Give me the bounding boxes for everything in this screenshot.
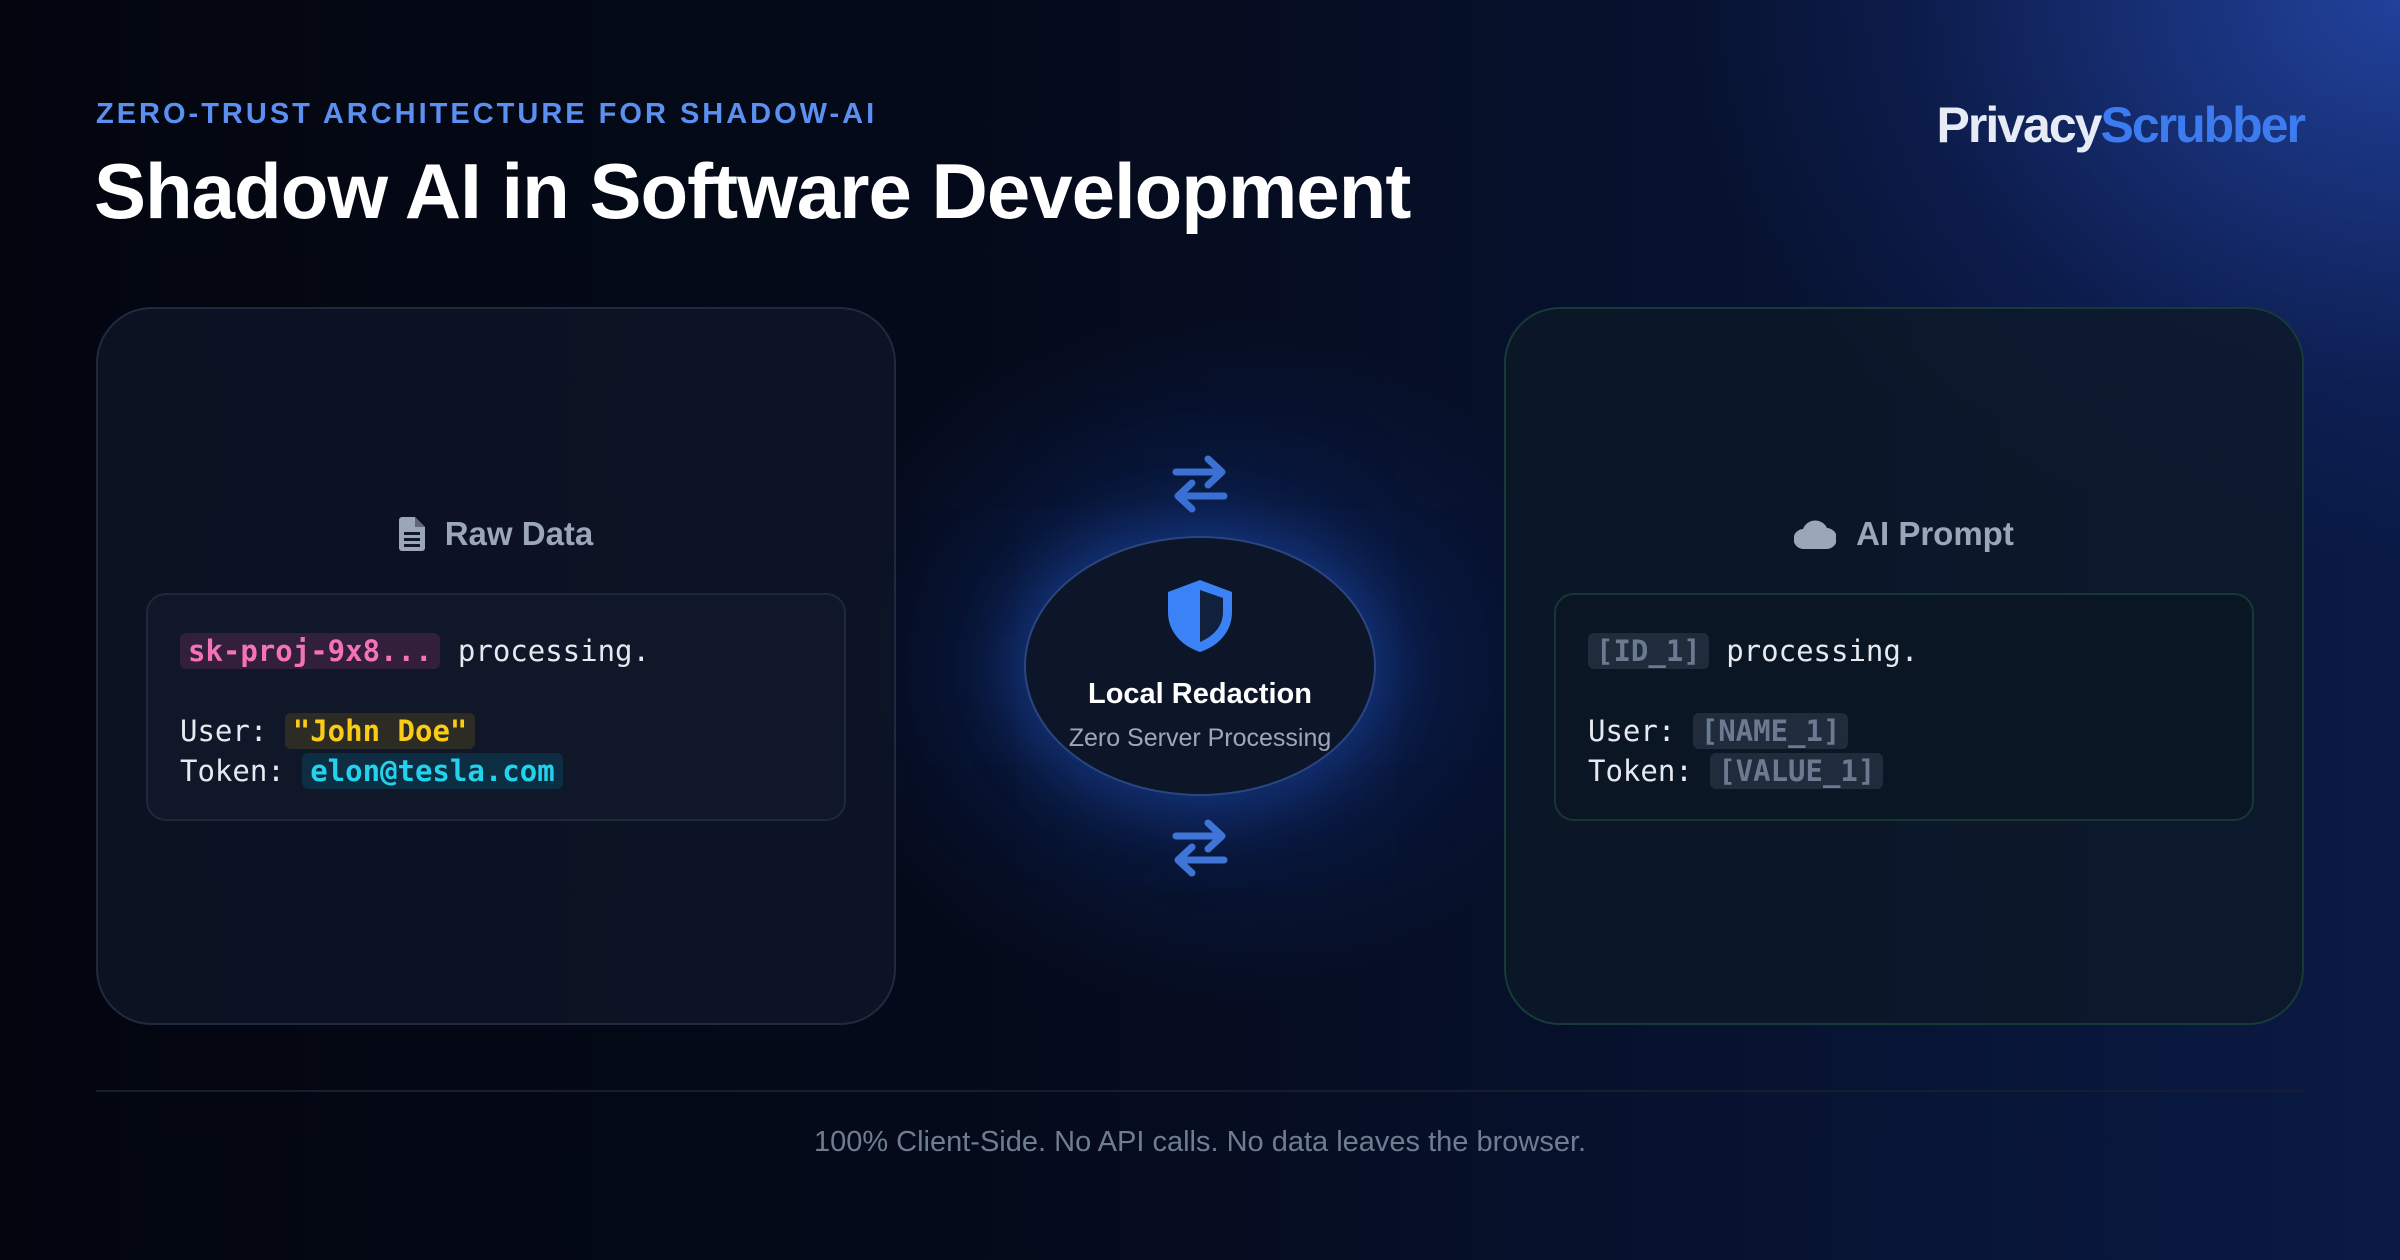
code-line: [ID_1] processing. xyxy=(1588,631,2220,671)
page-title: Shadow AI in Software Development xyxy=(94,147,1411,235)
code-text: processing. xyxy=(1708,634,1919,668)
raw-data-header: Raw Data xyxy=(98,515,894,553)
code-label: Token: xyxy=(180,754,303,788)
secret-key-token: sk-proj-9x8... xyxy=(180,633,441,669)
ai-prompt-code-block: [ID_1] processing. User: [NAME_1] Token:… xyxy=(1554,593,2254,821)
code-label: User: xyxy=(1588,714,1693,748)
shield-icon xyxy=(1164,578,1236,659)
code-label: User: xyxy=(180,714,285,748)
document-icon xyxy=(398,517,425,551)
code-line: User: [NAME_1] xyxy=(1588,711,2220,751)
raw-data-card: Raw Data sk-proj-9x8... processing. User… xyxy=(96,307,896,1025)
email-token: elon@tesla.com xyxy=(302,753,563,789)
cloud-icon xyxy=(1794,519,1837,549)
ai-prompt-header: AI Prompt xyxy=(1506,515,2302,553)
code-text: processing. xyxy=(440,634,650,668)
local-redaction-subtitle: Zero Server Processing xyxy=(1068,724,1332,752)
value-placeholder-token: [VALUE_1] xyxy=(1710,753,1884,789)
footer-text: 100% Client-Side. No API calls. No data … xyxy=(813,1126,1587,1158)
code-line: sk-proj-9x8... processing. xyxy=(180,631,812,671)
swap-arrows-icon xyxy=(1172,818,1228,883)
raw-data-code-block: sk-proj-9x8... processing. User: "John D… xyxy=(146,593,846,821)
raw-data-title: Raw Data xyxy=(444,515,594,552)
code-line: Token: elon@tesla.com xyxy=(180,751,812,791)
swap-arrows-icon xyxy=(1172,454,1228,519)
brand-logo-part1: Privacy xyxy=(1936,97,2103,153)
code-line: User: "John Doe" xyxy=(180,711,812,751)
name-token: "John Doe" xyxy=(284,713,476,749)
brand-logo-part2: Scrubber xyxy=(2100,97,2306,153)
id-placeholder-token: [ID_1] xyxy=(1588,633,1709,669)
code-line: Token: [VALUE_1] xyxy=(1588,751,2220,791)
brand-logo: PrivacyScrubber xyxy=(1936,96,2306,154)
eyebrow-label: ZERO-TRUST ARCHITECTURE FOR SHADOW-AI xyxy=(96,98,878,130)
local-redaction-title: Local Redaction xyxy=(1088,678,1312,710)
code-label: Token: xyxy=(1588,754,1711,788)
ai-prompt-card: AI Prompt [ID_1] processing. User: [NAME… xyxy=(1504,307,2304,1025)
local-redaction-node: Local Redaction Zero Server Processing xyxy=(1024,536,1376,796)
ai-prompt-title: AI Prompt xyxy=(1856,515,2014,552)
footer-divider xyxy=(96,1090,2304,1092)
name-placeholder-token: [NAME_1] xyxy=(1692,713,1849,749)
